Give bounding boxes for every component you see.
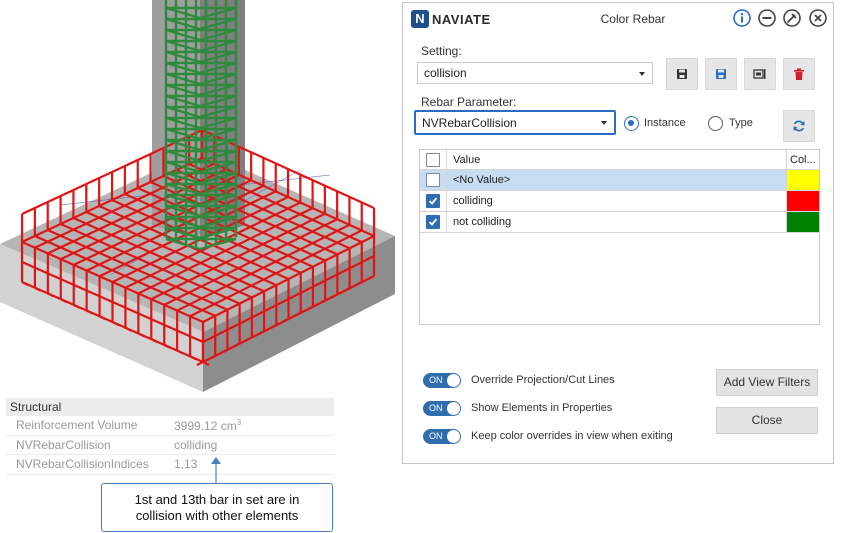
naviate-logo-mark: N	[411, 10, 429, 28]
show-in-properties-toggle[interactable]: ON	[423, 401, 461, 416]
setting-label: Setting:	[421, 44, 462, 58]
naviate-brand-text: NAVIATE	[432, 11, 491, 27]
values-grid: Value Col... <No Value> colliding not co…	[419, 149, 820, 325]
close-icon[interactable]	[809, 9, 827, 27]
show-in-properties-label: Show Elements in Properties	[471, 402, 613, 414]
radio-instance-label: Instance	[644, 117, 686, 129]
setting-dropdown[interactable]: collision	[417, 62, 653, 84]
row-value: not colliding	[447, 212, 787, 232]
chevron-down-icon	[601, 121, 607, 125]
dialog-title: Color Rebar	[600, 12, 666, 26]
keep-overrides-label: Keep color overrides in view when exitin…	[471, 430, 673, 442]
callout-line: 1st and 13th bar in set are in	[134, 492, 300, 507]
property-row: Reinforcement Volume 3999.12 cm3	[6, 416, 334, 436]
pin-icon[interactable]	[783, 9, 801, 27]
row-checkbox[interactable]	[426, 173, 440, 187]
toggle-state: ON	[429, 403, 443, 413]
properties-group-header: Structural	[6, 398, 334, 416]
property-row: NVRebarCollisionIndices 1,13	[6, 455, 334, 475]
save-button[interactable]	[666, 58, 698, 90]
toggle-state: ON	[429, 431, 443, 441]
setting-value: collision	[424, 66, 467, 80]
keep-overrides-toggle[interactable]: ON	[423, 429, 461, 444]
row-color-swatch[interactable]	[787, 191, 819, 211]
table-row[interactable]: <No Value>	[420, 170, 819, 191]
refresh-button[interactable]	[783, 110, 815, 142]
properties-panel: Structural Reinforcement Volume 3999.12 …	[6, 398, 334, 475]
refresh-icon	[793, 120, 805, 132]
property-key: NVRebarCollision	[16, 437, 111, 452]
rename-icon	[753, 69, 766, 79]
override-lines-toggle[interactable]: ON	[423, 373, 461, 388]
grid-header: Value Col...	[420, 150, 819, 170]
table-row[interactable]: colliding	[420, 191, 819, 212]
property-row: NVRebarCollision colliding	[6, 436, 334, 455]
row-color-swatch[interactable]	[787, 212, 819, 232]
column-header-value[interactable]: Value	[447, 150, 787, 169]
row-checkbox[interactable]	[426, 215, 440, 229]
add-view-filters-button[interactable]: Add View Filters	[716, 369, 818, 396]
color-rebar-dialog: N NAVIATE Color Rebar Setting: collision	[402, 2, 834, 464]
annotation-callout: 1st and 13th bar in set are in collision…	[101, 483, 333, 532]
rebar-parameter-label: Rebar Parameter:	[421, 95, 517, 109]
select-all-checkbox[interactable]	[426, 153, 440, 167]
callout-line: collision with other elements	[135, 508, 299, 523]
naviate-logo: N NAVIATE	[411, 8, 491, 30]
close-button[interactable]: Close	[716, 407, 818, 434]
rebar-parameter-dropdown[interactable]: NVRebarCollision	[414, 110, 616, 135]
select-all-cell	[420, 150, 447, 169]
table-row[interactable]: not colliding	[420, 212, 819, 233]
radio-type-label: Type	[729, 117, 753, 129]
save-as-icon	[716, 69, 726, 79]
property-value: 1,13	[174, 457, 198, 472]
property-key: Reinforcement Volume	[16, 418, 138, 433]
row-color-swatch[interactable]	[787, 170, 819, 190]
checkmark-icon	[428, 218, 438, 226]
column-header-color[interactable]: Col...	[787, 150, 819, 169]
delete-icon	[794, 68, 804, 80]
callout-arrow-icon	[211, 457, 221, 484]
row-value: <No Value>	[447, 170, 787, 190]
minimize-icon[interactable]	[758, 9, 776, 27]
save-as-button[interactable]	[705, 58, 737, 90]
radio-instance[interactable]	[624, 116, 639, 131]
3d-view[interactable]	[0, 0, 395, 395]
rebar-parameter-value: NVRebarCollision	[422, 116, 517, 130]
row-value: colliding	[447, 191, 787, 211]
delete-button[interactable]	[783, 58, 815, 90]
radio-type[interactable]	[708, 116, 723, 131]
rename-button[interactable]	[744, 58, 776, 90]
override-lines-label: Override Projection/Cut Lines	[471, 374, 615, 386]
checkmark-icon	[428, 197, 438, 205]
toggle-state: ON	[429, 375, 443, 385]
row-checkbox[interactable]	[426, 194, 440, 208]
info-icon[interactable]	[733, 9, 751, 27]
property-value: colliding	[174, 437, 218, 452]
save-icon	[677, 69, 687, 79]
chevron-down-icon	[639, 72, 645, 76]
property-value: 3999.12 cm3	[174, 417, 242, 433]
property-key: NVRebarCollisionIndices	[16, 457, 149, 472]
